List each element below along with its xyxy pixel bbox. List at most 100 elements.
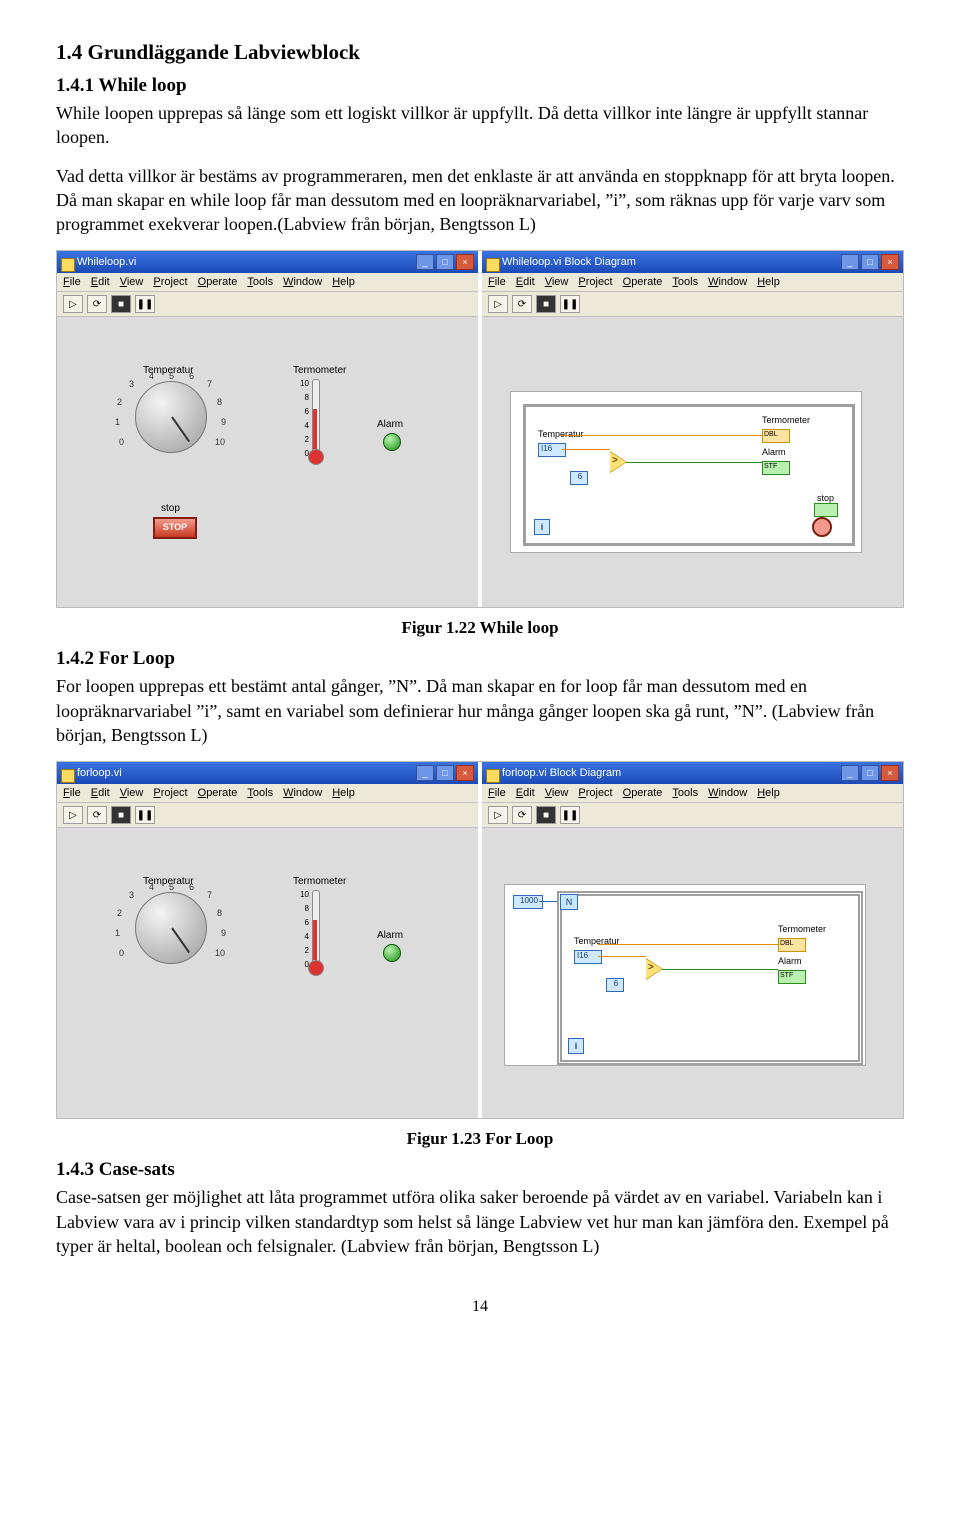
- maximize-button[interactable]: □: [861, 254, 879, 270]
- label-termometer: Termometer: [293, 365, 346, 376]
- menu-edit[interactable]: Edit: [91, 276, 110, 288]
- label-stop: stop: [161, 503, 180, 514]
- pause-button[interactable]: ❚❚: [135, 295, 155, 313]
- menu-window[interactable]: Window: [708, 787, 747, 799]
- loop-index-i: i: [534, 519, 550, 535]
- caption-fig-1-23: Figur 1.23 For Loop: [56, 1129, 904, 1149]
- menu-edit[interactable]: Edit: [516, 276, 535, 288]
- thermometer-indicator: 1086 420: [303, 890, 325, 976]
- figure-1-22: Whileloop.vi _ □ × File Edit View Projec…: [56, 250, 904, 608]
- led-alarm: [383, 944, 401, 962]
- close-button[interactable]: ×: [881, 765, 899, 781]
- menu-view[interactable]: View: [545, 787, 569, 799]
- menu-bar: File Edit View Project Operate Tools Win…: [482, 273, 903, 292]
- loop-condition-icon: [812, 517, 832, 537]
- close-button[interactable]: ×: [881, 254, 899, 270]
- run-button[interactable]: ▷: [63, 295, 83, 313]
- menu-edit[interactable]: Edit: [91, 787, 110, 799]
- menu-tools[interactable]: Tools: [672, 787, 698, 799]
- abort-button[interactable]: ■: [111, 295, 131, 313]
- control-temperatur: I16: [574, 950, 602, 964]
- minimize-button[interactable]: _: [416, 765, 434, 781]
- diagram-area: Temperatur I16 6 > Termometer DBL Alarm …: [510, 391, 862, 553]
- menu-tools[interactable]: Tools: [672, 276, 698, 288]
- menu-window[interactable]: Window: [283, 276, 322, 288]
- run-button[interactable]: ▷: [63, 806, 83, 824]
- menu-operate[interactable]: Operate: [623, 787, 663, 799]
- menu-view[interactable]: View: [120, 787, 144, 799]
- menu-project[interactable]: Project: [578, 276, 612, 288]
- run-continuous-button[interactable]: ⟳: [87, 295, 107, 313]
- control-stop: [814, 503, 838, 517]
- minimize-button[interactable]: _: [841, 765, 859, 781]
- thermometer-indicator: 1086 420: [303, 379, 325, 465]
- run-continuous-button[interactable]: ⟳: [87, 806, 107, 824]
- label-termometer: Termometer: [762, 415, 810, 425]
- constant-threshold: 6: [606, 978, 624, 992]
- titlebar: Whileloop.vi Block Diagram _ □ ×: [482, 251, 903, 273]
- menu-file[interactable]: File: [488, 787, 506, 799]
- knob-temperatur[interactable]: [135, 381, 207, 453]
- while-loop-frame: Temperatur I16 6 > Termometer DBL Alarm …: [523, 404, 855, 546]
- menu-project[interactable]: Project: [578, 787, 612, 799]
- knob-temperatur[interactable]: [135, 892, 207, 964]
- menu-tools[interactable]: Tools: [247, 276, 273, 288]
- menu-operate[interactable]: Operate: [623, 276, 663, 288]
- menu-window[interactable]: Window: [708, 276, 747, 288]
- window-title: forloop.vi: [61, 767, 416, 779]
- maximize-button[interactable]: □: [436, 765, 454, 781]
- toolbar: ▷ ⟳ ■ ❚❚: [57, 803, 478, 828]
- abort-button[interactable]: ■: [111, 806, 131, 824]
- loop-count-n: N: [560, 894, 578, 910]
- menu-tools[interactable]: Tools: [247, 787, 273, 799]
- menu-bar: File Edit View Project Operate Tools Win…: [57, 784, 478, 803]
- window-title: Whileloop.vi Block Diagram: [486, 256, 841, 268]
- minimize-button[interactable]: _: [841, 254, 859, 270]
- run-button[interactable]: ▷: [488, 295, 508, 313]
- menu-view[interactable]: View: [120, 276, 144, 288]
- block-diagram-canvas: 1000 N Temperatur I16 6 > Termometer DBL…: [482, 828, 903, 1118]
- menu-edit[interactable]: Edit: [516, 787, 535, 799]
- window-title: forloop.vi Block Diagram: [486, 767, 841, 779]
- menu-help[interactable]: Help: [332, 787, 355, 799]
- paragraph-while-intro-1: While loopen upprepas så länge som ett l…: [56, 101, 904, 150]
- menu-view[interactable]: View: [545, 276, 569, 288]
- menu-operate[interactable]: Operate: [198, 276, 238, 288]
- close-button[interactable]: ×: [456, 254, 474, 270]
- label-alarm: Alarm: [778, 956, 802, 966]
- maximize-button[interactable]: □: [861, 765, 879, 781]
- pause-button[interactable]: ❚❚: [135, 806, 155, 824]
- menu-bar: File Edit View Project Operate Tools Win…: [482, 784, 903, 803]
- maximize-button[interactable]: □: [436, 254, 454, 270]
- menu-help[interactable]: Help: [757, 276, 780, 288]
- run-continuous-button[interactable]: ⟳: [512, 295, 532, 313]
- menu-file[interactable]: File: [63, 276, 81, 288]
- menu-help[interactable]: Help: [332, 276, 355, 288]
- menu-window[interactable]: Window: [283, 787, 322, 799]
- label-alarm: Alarm: [377, 930, 403, 941]
- led-alarm: [383, 433, 401, 451]
- heading-1-4-2: 1.4.2 For Loop: [56, 648, 904, 670]
- label-termometer: Termometer: [778, 924, 826, 934]
- minimize-button[interactable]: _: [416, 254, 434, 270]
- paragraph-for-loop: For loopen upprepas ett bestämt antal gå…: [56, 674, 904, 747]
- stop-button[interactable]: STOP: [153, 517, 197, 539]
- menu-project[interactable]: Project: [153, 787, 187, 799]
- run-continuous-button[interactable]: ⟳: [512, 806, 532, 824]
- pause-button[interactable]: ❚❚: [560, 295, 580, 313]
- label-temperatur: Temperatur: [538, 429, 584, 439]
- menu-project[interactable]: Project: [153, 276, 187, 288]
- label-termometer: Termometer: [293, 876, 346, 887]
- paragraph-case-sats: Case-satsen ger möjlighet att låta progr…: [56, 1185, 904, 1258]
- menu-operate[interactable]: Operate: [198, 787, 238, 799]
- front-panel-canvas: Temperatur 0 1 2 3 4 5 6 7 8 9 10 Termom…: [57, 317, 478, 607]
- window-title: Whileloop.vi: [61, 256, 416, 268]
- close-button[interactable]: ×: [456, 765, 474, 781]
- abort-button[interactable]: ■: [536, 295, 556, 313]
- abort-button[interactable]: ■: [536, 806, 556, 824]
- menu-file[interactable]: File: [488, 276, 506, 288]
- pause-button[interactable]: ❚❚: [560, 806, 580, 824]
- run-button[interactable]: ▷: [488, 806, 508, 824]
- menu-file[interactable]: File: [63, 787, 81, 799]
- menu-help[interactable]: Help: [757, 787, 780, 799]
